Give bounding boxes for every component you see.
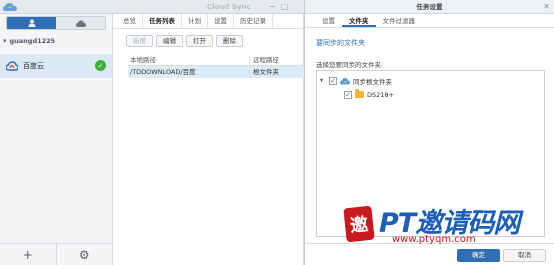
watermark-url: www.ptyqm.com: [392, 234, 476, 245]
caret-down-icon[interactable]: ▾: [320, 77, 326, 84]
section-heading: 要同步的文件夹: [316, 39, 365, 47]
account-name: guangd1225: [9, 37, 56, 45]
dialog-tab-file-filter[interactable]: 文件过滤器: [376, 14, 423, 27]
folder-prompt: 选择您要同步的文件夹:: [316, 61, 384, 69]
baidu-cloud-icon: [6, 61, 18, 71]
account-group[interactable]: ▾ guangd1225: [3, 37, 55, 45]
sidebar-footer: + ⚙: [0, 243, 112, 265]
tab-overview[interactable]: 总览: [117, 14, 143, 28]
cloud-view-button[interactable]: [56, 17, 105, 29]
tab-history[interactable]: 历史记录: [234, 14, 273, 28]
tab-settings[interactable]: 设置: [208, 14, 234, 28]
dialog-titlebar: 任务设置 ✕: [305, 0, 554, 14]
watermark-seal: 邀: [343, 205, 375, 243]
user-view-button[interactable]: [7, 17, 56, 29]
gear-icon: ⚙: [78, 247, 90, 262]
plus-icon: +: [22, 247, 33, 262]
delete-button[interactable]: 删除: [216, 35, 243, 47]
sidebar: ▾ guangd1225 百度云 ✓ + ⚙: [0, 14, 113, 265]
window-controls: − □: [268, 2, 289, 11]
sidebar-view-switch: [6, 16, 106, 30]
main-tabs: 总览 任务列表 计划 设置 历史记录: [113, 14, 303, 29]
dialog-title: 任务设置: [416, 3, 443, 11]
user-icon: [28, 19, 35, 27]
connection-item[interactable]: 百度云 ✓: [0, 54, 112, 78]
column-local-path[interactable]: 本地路径: [128, 55, 250, 65]
dialog-footer: 确定 取消: [305, 243, 554, 265]
cloud-icon: [75, 20, 86, 27]
maximize-icon[interactable]: □: [280, 2, 289, 11]
sync-cloud-icon: [340, 77, 350, 84]
column-remote-path[interactable]: 远程路径: [250, 55, 304, 65]
add-connection-button[interactable]: +: [0, 244, 56, 265]
dialog-tab-folders[interactable]: 文件夹: [342, 14, 376, 27]
app-title: Cloud Sync: [207, 3, 251, 11]
cell-local-path: /TDDOWNLOAD/百度: [128, 66, 250, 78]
open-button[interactable]: 打开: [186, 35, 213, 47]
tab-task-list[interactable]: 任务列表: [143, 14, 182, 28]
cloud-sync-logo-icon: [3, 3, 17, 11]
edit-button[interactable]: 编辑: [156, 35, 183, 47]
root-checkbox[interactable]: ✓: [329, 76, 337, 85]
minimize-icon[interactable]: −: [268, 2, 277, 11]
check-circle-icon: ✓: [95, 60, 106, 71]
settings-button[interactable]: ⚙: [55, 244, 113, 265]
cell-remote-path: 根文件夹: [253, 68, 279, 76]
task-table: 本地路径 远程路径 /TDDOWNLOAD/百度 根文件夹: [128, 55, 304, 78]
child-checkbox[interactable]: ✓: [344, 90, 352, 99]
ok-button[interactable]: 确定: [457, 249, 500, 262]
folder-icon: [355, 89, 364, 98]
tree-node-child[interactable]: ✓ DS218+: [344, 89, 394, 100]
tab-schedule[interactable]: 计划: [182, 14, 208, 28]
add-button[interactable]: 新增: [126, 35, 153, 47]
main-panel: 总览 任务列表 计划 设置 历史记录 新增 编辑 打开 删除 本地路径 远程路径…: [113, 14, 304, 265]
connection-name: 百度云: [23, 62, 44, 70]
cancel-button[interactable]: 取消: [503, 249, 546, 262]
chevron-down-icon: ▾: [3, 37, 7, 45]
dialog-tabs: 设置 文件夹 文件过滤器: [305, 14, 554, 28]
tree-child-label: DS218+: [367, 90, 394, 99]
tree-node-root[interactable]: ▾ ✓ 同步根文件夹: [320, 75, 392, 86]
close-icon[interactable]: ✕: [543, 0, 550, 14]
table-header: 本地路径 远程路径: [128, 55, 304, 66]
table-row[interactable]: /TDDOWNLOAD/百度 根文件夹: [128, 66, 304, 78]
task-toolbar: 新增 编辑 打开 删除: [113, 32, 303, 50]
dialog-tab-settings[interactable]: 设置: [315, 14, 342, 27]
tree-root-label: 同步根文件夹: [353, 77, 392, 86]
